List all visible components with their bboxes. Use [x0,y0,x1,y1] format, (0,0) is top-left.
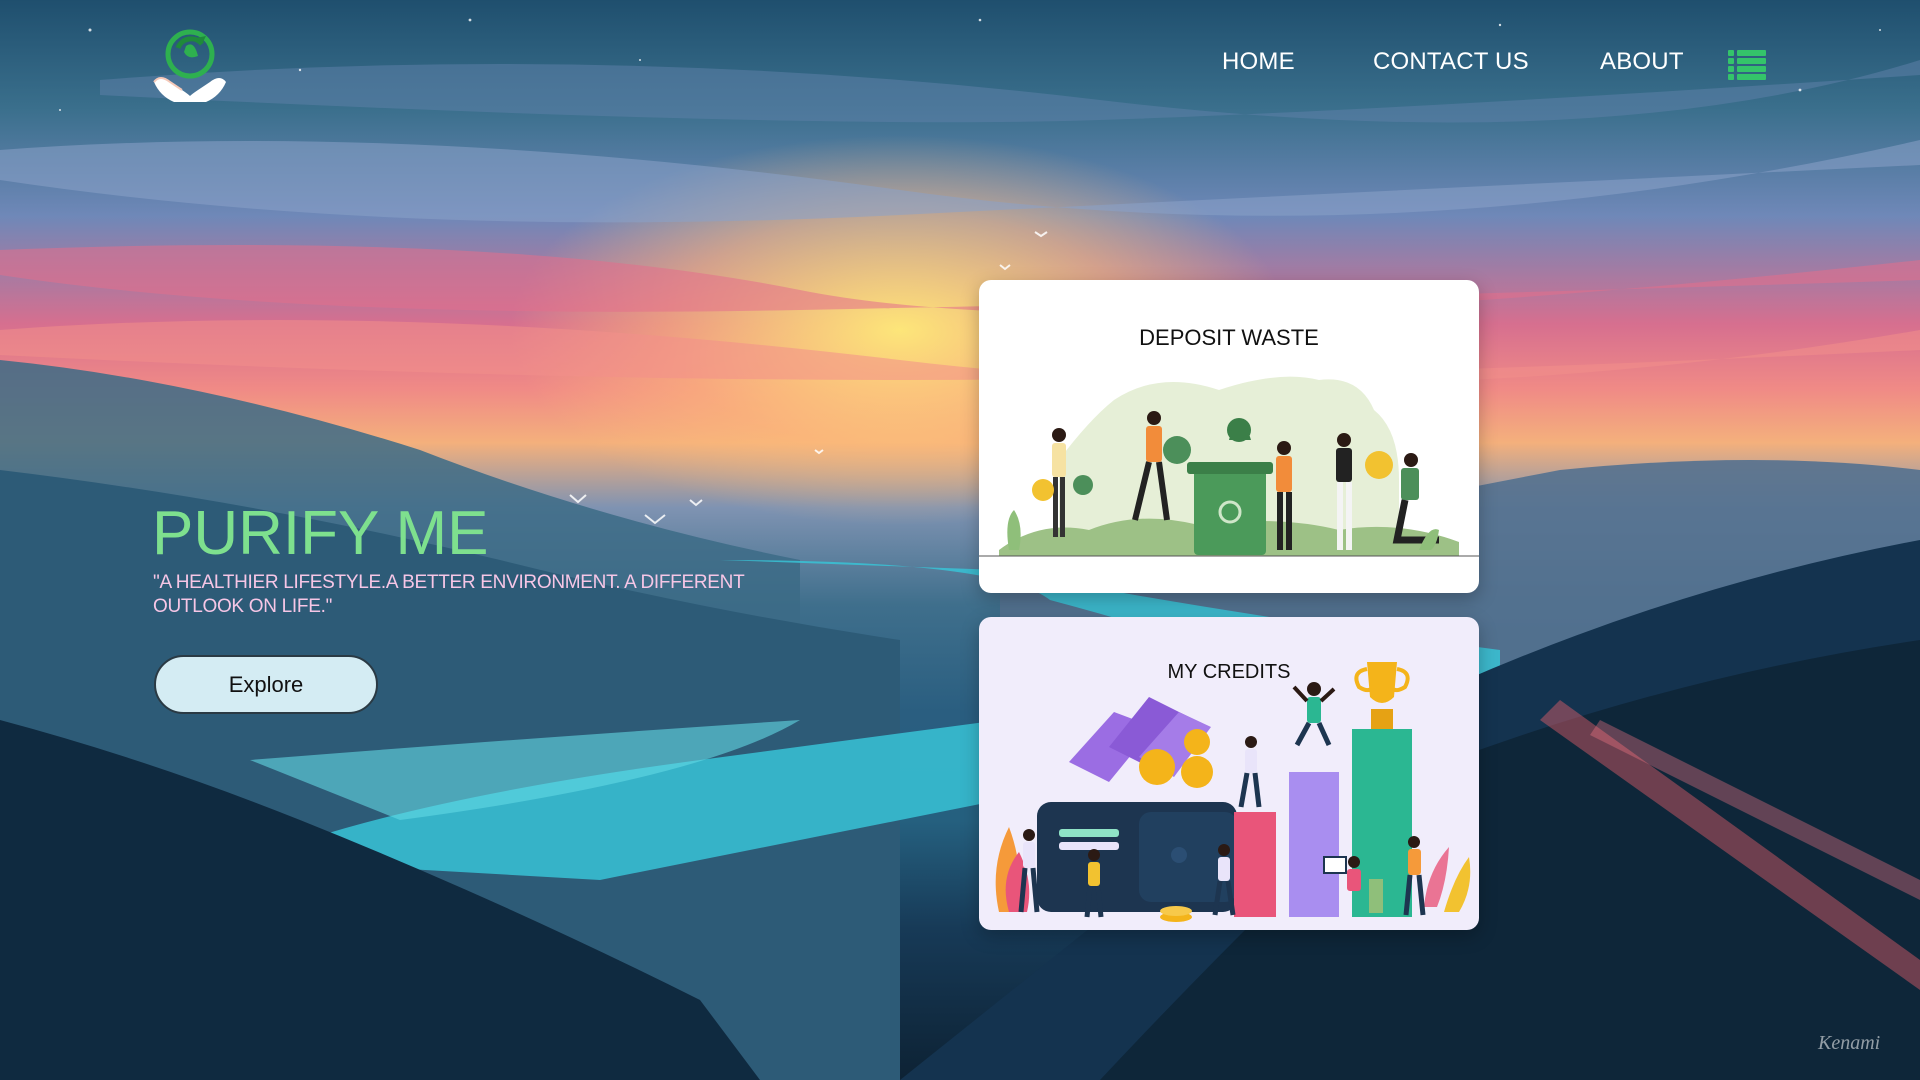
main-nav: HOME CONTACT US ABOUT [0,48,1920,88]
nav-about-link[interactable]: ABOUT [1600,48,1684,76]
list-menu-icon[interactable] [1728,50,1766,80]
nav-contact-link[interactable]: CONTACT US [1373,48,1529,76]
my-credits-title: MY CREDITS [1167,661,1291,683]
deposit-waste-card[interactable]: DEPOSIT WASTE [979,280,1479,593]
nav-home-link[interactable]: HOME [1222,48,1295,76]
my-credits-card[interactable]: MY CREDITS [979,617,1479,930]
artist-signature: Kenami [1818,1032,1881,1054]
hero-title: PURIFY ME [152,499,489,568]
deposit-waste-title: DEPOSIT WASTE [1139,325,1319,350]
hero-tagline: "A HEALTHIER LIFESTYLE.A BETTER ENVIRONM… [153,572,745,617]
explore-button[interactable]: Explore [154,655,378,714]
